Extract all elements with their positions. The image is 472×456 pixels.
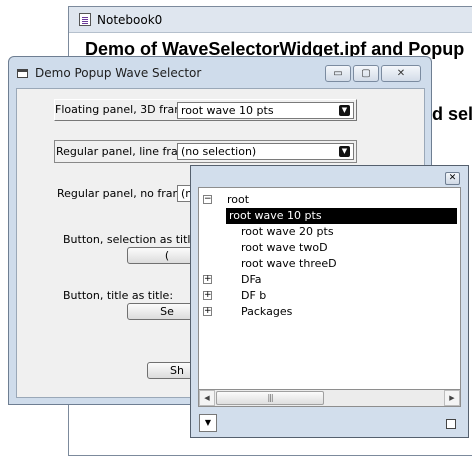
panel-title: Demo Popup Wave Selector xyxy=(35,66,202,80)
notebook-title: Notebook0 xyxy=(97,12,163,27)
tree-row-label: Packages xyxy=(241,305,293,318)
button-selection-label: Button, selection as title: xyxy=(63,233,201,246)
tree-row-label: root wave twoD xyxy=(241,241,328,254)
tree-row-label: root wave 10 pts xyxy=(226,208,457,224)
horizontal-scrollbar[interactable]: ◀ ||| ▶ xyxy=(198,390,461,407)
tree-row-folder[interactable]: + DFa xyxy=(199,272,460,288)
regular-noframe-label: Regular panel, no frame: xyxy=(57,187,194,200)
selector-close-button[interactable]: ✕ xyxy=(445,172,460,185)
scrollbar-thumb[interactable]: ||| xyxy=(216,391,324,405)
tree-row-label: root wave threeD xyxy=(241,257,337,270)
tree-row-label: DFa xyxy=(241,273,262,286)
tree-row[interactable]: root wave threeD xyxy=(199,256,460,272)
wave-selector-popup-window: ✕ − root root wave 10 pts root wave 20 p… xyxy=(190,165,469,438)
tree-row-root[interactable]: − root xyxy=(199,192,460,208)
expand-icon[interactable]: + xyxy=(203,307,212,316)
selector-bottom-bar: ▼ xyxy=(191,412,468,438)
dropdown-arrow-icon: ▼ xyxy=(339,146,350,157)
resize-square-icon[interactable] xyxy=(446,419,456,429)
notebook-titlebar[interactable]: Notebook0 xyxy=(69,7,472,33)
window-controls: ▭ ▢ ✕ xyxy=(325,65,421,82)
tree-row-folder[interactable]: + DF b xyxy=(199,288,460,304)
panel-window-icon xyxy=(17,68,28,78)
tree-row-folder[interactable]: + Packages xyxy=(199,304,460,320)
maximize-button[interactable]: ▢ xyxy=(353,65,379,82)
tree-row-label: root xyxy=(227,193,250,206)
selector-menu-button[interactable]: ▼ xyxy=(199,414,217,432)
wave-tree-list[interactable]: − root root wave 10 pts root wave 20 pts… xyxy=(198,187,461,390)
button-title-label: Button, title as title: xyxy=(63,289,174,302)
tree-row[interactable]: root wave 20 pts xyxy=(199,224,460,240)
collapse-icon[interactable]: − xyxy=(203,195,212,204)
close-button[interactable]: ✕ xyxy=(381,65,421,82)
floating-wave-popup-value: root wave 10 pts xyxy=(181,104,274,117)
tree-row-selected[interactable]: root wave 10 pts xyxy=(199,208,460,224)
tree-row[interactable]: root wave twoD xyxy=(199,240,460,256)
floating-wave-popup[interactable]: root wave 10 pts ▼ xyxy=(177,102,354,119)
notebook-icon xyxy=(79,13,91,26)
expand-icon[interactable]: + xyxy=(203,291,212,300)
scroll-left-button[interactable]: ◀ xyxy=(199,390,215,406)
scroll-right-button[interactable]: ▶ xyxy=(444,390,460,406)
expand-icon[interactable]: + xyxy=(203,275,212,284)
dropdown-arrow-icon: ▼ xyxy=(339,105,350,116)
tree-row-label: root wave 20 pts xyxy=(241,225,334,238)
regular-line-popup-value: (no selection) xyxy=(181,145,257,158)
tree-row-label: DF b xyxy=(241,289,267,302)
regular-line-wave-popup[interactable]: (no selection) ▼ xyxy=(177,143,354,160)
minimize-button[interactable]: ▭ xyxy=(325,65,351,82)
notebook-text-fragment: d sele xyxy=(432,104,472,124)
floating-panel-label: Floating panel, 3D frame: xyxy=(55,103,196,116)
